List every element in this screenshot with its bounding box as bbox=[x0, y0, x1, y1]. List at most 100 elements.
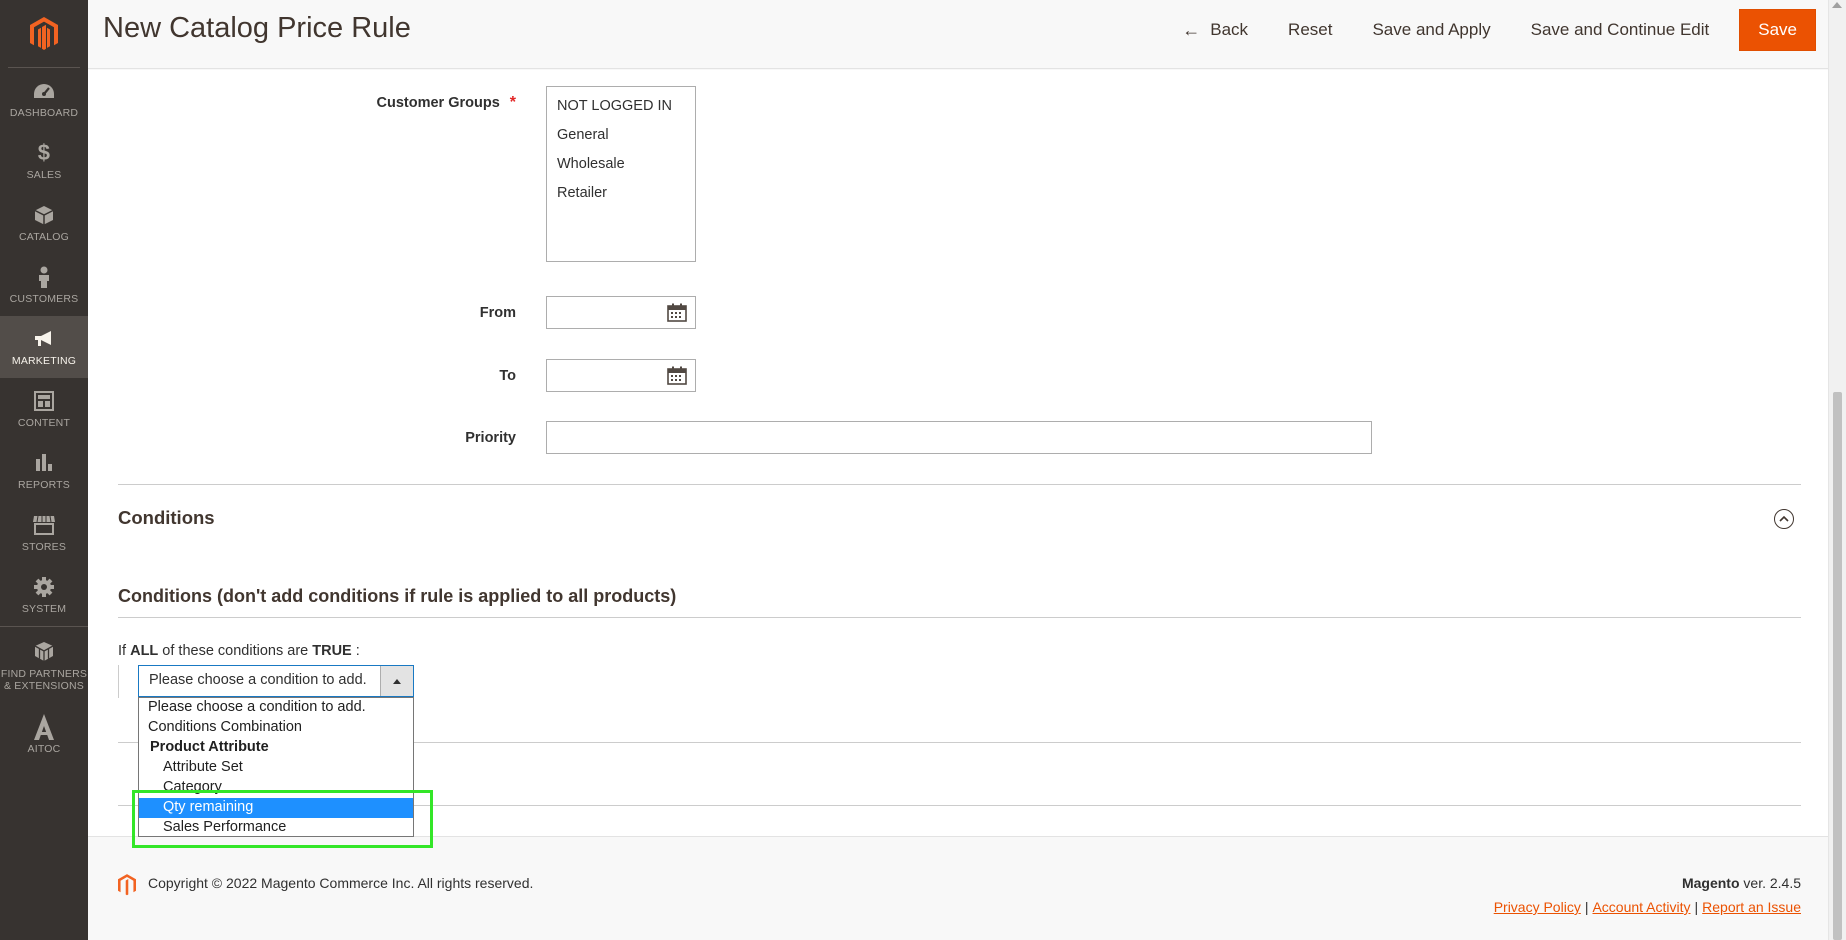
customer-group-option[interactable]: Wholesale bbox=[547, 151, 695, 180]
page-footer: Copyright © 2022 Magento Commerce Inc. A… bbox=[88, 836, 1828, 940]
link-separator: | bbox=[1584, 899, 1589, 915]
scroll-up-arrow-icon[interactable] bbox=[1832, 2, 1842, 8]
brand-name: Magento bbox=[1681, 875, 1740, 891]
arrow-left-icon: ← bbox=[1182, 19, 1201, 40]
copyright-text: Copyright © 2022 Magento Commerce Inc. A… bbox=[148, 875, 534, 891]
calendar-icon[interactable] bbox=[667, 366, 687, 385]
sidebar-item-label: SYSTEM bbox=[21, 603, 67, 615]
dropdown-option-sales-performance[interactable]: Sales Performance bbox=[139, 818, 413, 838]
collapse-icon[interactable] bbox=[1774, 509, 1794, 529]
sidebar-item-dashboard[interactable]: DASHBOARD bbox=[0, 68, 88, 130]
value-toggle[interactable]: TRUE bbox=[312, 643, 351, 659]
customer-groups-label: Customer Groups * bbox=[377, 94, 517, 112]
privacy-policy-link[interactable]: Privacy Policy bbox=[1494, 899, 1581, 915]
bar-chart-icon bbox=[32, 451, 56, 475]
page-actions: ← Back Reset Save and Apply Save and Con… bbox=[1162, 9, 1816, 51]
magento-footer-logo-icon bbox=[118, 874, 136, 896]
sidebar-item-catalog[interactable]: CATALOG bbox=[0, 192, 88, 254]
from-label: From bbox=[479, 305, 516, 321]
required-marker: * bbox=[509, 94, 516, 111]
condition-select[interactable]: Please choose a condition to add. bbox=[138, 665, 414, 697]
to-label: To bbox=[499, 368, 516, 384]
sidebar-item-label: AITOC bbox=[27, 743, 61, 755]
sidebar-item-label: CATALOG bbox=[18, 231, 70, 243]
condition-dropdown-list[interactable]: Please choose a condition to add. Condit… bbox=[138, 697, 414, 837]
customer-groups-multiselect[interactable]: NOT LOGGED IN General Wholesale Retailer bbox=[546, 86, 696, 262]
dropdown-option-conditions-combination[interactable]: Conditions Combination bbox=[139, 718, 413, 738]
customer-group-option[interactable]: Retailer bbox=[547, 180, 695, 209]
sidebar-item-label: CUSTOMERS bbox=[9, 293, 79, 305]
caret-up-icon bbox=[393, 678, 401, 684]
main-content: Customer Groups * NOT LOGGED IN General W… bbox=[88, 70, 1828, 856]
page-title: New Catalog Price Rule bbox=[103, 12, 411, 44]
gear-icon bbox=[32, 575, 56, 599]
save-button[interactable]: Save bbox=[1739, 9, 1816, 51]
back-button[interactable]: ← Back bbox=[1162, 10, 1268, 51]
store-icon bbox=[32, 513, 56, 537]
sidebar-item-label: MARKETING bbox=[11, 355, 77, 367]
sentence-if: If bbox=[118, 643, 127, 659]
sidebar-item-label: DASHBOARD bbox=[9, 107, 79, 119]
condition-select-value: Please choose a condition to add. bbox=[149, 672, 367, 688]
customer-groups-label-text: Customer Groups bbox=[376, 95, 500, 111]
boxes-icon bbox=[32, 640, 56, 664]
reset-button[interactable]: Reset bbox=[1268, 10, 1352, 50]
sidebar-item-sales[interactable]: $ SALES bbox=[0, 130, 88, 192]
sidebar-item-label: REPORTS bbox=[18, 479, 70, 491]
admin-sidebar: DASHBOARD $ SALES CATALOG CUSTOMERS MARK… bbox=[0, 0, 88, 940]
aitoc-icon bbox=[32, 714, 56, 740]
dollar-icon: $ bbox=[37, 140, 51, 165]
dropdown-option-qty-remaining[interactable]: Qty remaining bbox=[139, 798, 413, 818]
sidebar-item-customers[interactable]: CUSTOMERS bbox=[0, 254, 88, 316]
conditions-sentence: If ALL of these conditions are TRUE : bbox=[118, 643, 360, 659]
version-info: Magento ver. 2.4.5 bbox=[1682, 875, 1801, 891]
calendar-icon[interactable] bbox=[667, 303, 687, 322]
report-issue-link[interactable]: Report an Issue bbox=[1702, 899, 1801, 915]
footer-links: Privacy Policy | Account Activity | Report a… bbox=[1494, 899, 1801, 915]
dropdown-option-category[interactable]: Category bbox=[139, 778, 413, 798]
sidebar-item-content[interactable]: CONTENT bbox=[0, 378, 88, 440]
page-scrollbar[interactable] bbox=[1828, 0, 1846, 940]
sidebar-item-system[interactable]: SYSTEM bbox=[0, 564, 88, 626]
customer-group-option[interactable]: General bbox=[547, 122, 695, 151]
sidebar-item-label: STORES bbox=[21, 541, 67, 553]
sidebar-item-aitoc[interactable]: AITOC bbox=[0, 704, 88, 766]
sentence-end: : bbox=[355, 643, 360, 659]
link-separator: | bbox=[1694, 899, 1699, 915]
person-icon bbox=[32, 265, 56, 289]
scrollbar-thumb[interactable] bbox=[1833, 392, 1842, 940]
priority-label: Priority bbox=[465, 430, 516, 446]
magento-logo-icon bbox=[30, 16, 58, 50]
sidebar-item-label: CONTENT bbox=[17, 417, 71, 429]
save-and-continue-button[interactable]: Save and Continue Edit bbox=[1511, 10, 1730, 50]
customer-group-option[interactable]: NOT LOGGED IN bbox=[547, 93, 695, 122]
cube-icon bbox=[32, 203, 56, 227]
sentence-mid: of these conditions are bbox=[158, 643, 309, 659]
back-label: Back bbox=[1210, 20, 1249, 39]
priority-input[interactable] bbox=[546, 421, 1372, 454]
dropdown-option-attribute-set[interactable]: Attribute Set bbox=[139, 758, 413, 778]
dashboard-icon bbox=[32, 79, 56, 103]
to-date-input[interactable] bbox=[546, 359, 696, 392]
sidebar-item-marketing[interactable]: MARKETING bbox=[0, 316, 88, 378]
megaphone-icon bbox=[32, 327, 56, 351]
from-date-input[interactable] bbox=[546, 296, 696, 329]
sidebar-item-reports[interactable]: REPORTS bbox=[0, 440, 88, 502]
layout-icon bbox=[32, 389, 56, 413]
sidebar-item-label: FIND PARTNERS & EXTENSIONS bbox=[0, 667, 88, 692]
section-divider bbox=[118, 484, 1801, 485]
magento-logo[interactable] bbox=[8, 0, 80, 68]
aggregator-toggle[interactable]: ALL bbox=[130, 643, 158, 659]
save-and-apply-button[interactable]: Save and Apply bbox=[1352, 10, 1510, 50]
sidebar-item-stores[interactable]: STORES bbox=[0, 502, 88, 564]
conditions-section-title[interactable]: Conditions bbox=[118, 507, 215, 529]
dropdown-group-product-attribute: Product Attribute bbox=[150, 739, 269, 755]
sidebar-item-label: SALES bbox=[26, 169, 62, 181]
sidebar-item-find-partners[interactable]: FIND PARTNERS & EXTENSIONS bbox=[0, 626, 88, 704]
version-text: ver. 2.4.5 bbox=[1739, 875, 1801, 891]
conditions-tree-line bbox=[118, 665, 119, 698]
select-toggle[interactable] bbox=[380, 666, 413, 696]
account-activity-link[interactable]: Account Activity bbox=[1592, 899, 1690, 915]
page-header: New Catalog Price Rule ← Back Reset Save… bbox=[88, 0, 1828, 69]
dropdown-option-placeholder[interactable]: Please choose a condition to add. bbox=[139, 698, 413, 718]
